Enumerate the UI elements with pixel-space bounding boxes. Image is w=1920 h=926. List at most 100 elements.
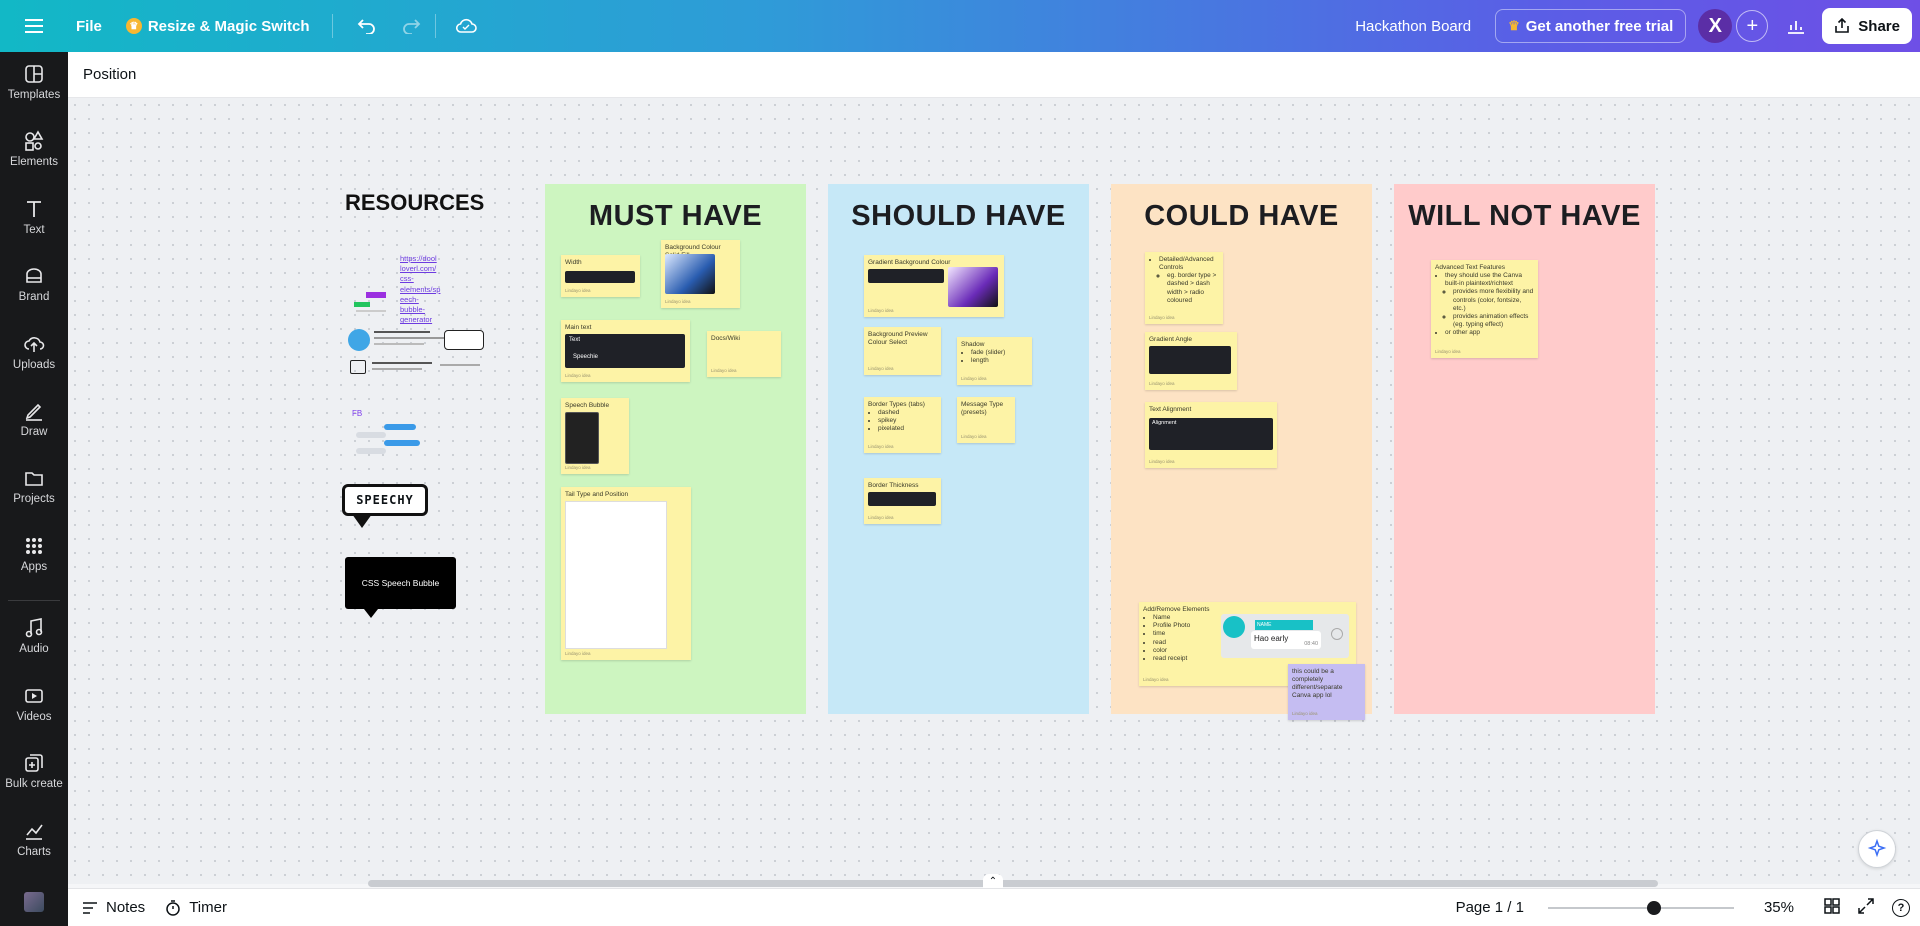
sticky-footer: Lindayo idea — [1143, 677, 1169, 683]
resource-thumb-chat[interactable] — [350, 360, 486, 380]
sidebar-item-charts[interactable]: Charts — [0, 809, 68, 869]
sticky-speech-bubble[interactable]: Speech Bubble Lindayo idea — [561, 398, 629, 474]
timer-icon — [166, 899, 180, 916]
videos-icon — [25, 689, 43, 703]
sticky-advanced-text[interactable]: Advanced Text Features they should use t… — [1431, 260, 1538, 358]
sidebar-label: Audio — [19, 643, 49, 655]
list-item: Detailed/Advanced Controls — [1159, 256, 1219, 272]
sidebar-item-uploads[interactable]: Uploads — [0, 322, 68, 382]
sidebar-item-projects[interactable]: Projects — [0, 456, 68, 516]
sidebar-item-draw[interactable]: Draw — [0, 389, 68, 449]
sidebar-item-bulk-create[interactable]: Bulk create — [0, 741, 68, 801]
tail-settings-thumbnail — [565, 501, 667, 649]
list-item: length — [971, 357, 1028, 365]
sticky-text: Tail Type and Position — [565, 491, 629, 498]
fullscreen-icon[interactable] — [1858, 897, 1874, 918]
resource-thumb-preview[interactable] — [348, 327, 486, 355]
notes-button[interactable]: Notes — [82, 899, 145, 916]
sidebar-item-templates[interactable]: Templates — [0, 52, 68, 112]
zoom-slider[interactable] — [1547, 900, 1734, 916]
file-menu[interactable]: File — [76, 18, 102, 35]
advanced-sublist: provides more flexibility and controls (… — [1453, 288, 1534, 329]
text-input-thumbnail: Text Speechie — [565, 334, 685, 368]
menu-icon[interactable] — [14, 6, 54, 46]
column-will-not-have[interactable]: WILL NOT HAVE Advanced Text Features the… — [1394, 184, 1655, 714]
zoom-level[interactable]: 35% — [1764, 899, 1794, 916]
sidebar-divider — [8, 600, 60, 601]
board-title[interactable]: Hackathon Board — [1355, 18, 1471, 35]
horizontal-scrollbar[interactable] — [368, 880, 1658, 887]
add-collaborator-icon[interactable]: + — [1736, 10, 1769, 42]
list-item: provides animation effects (eg. typing e… — [1453, 313, 1534, 329]
draw-icon — [25, 403, 42, 421]
uploads-icon — [24, 337, 45, 352]
sidebar-item-videos[interactable]: Videos — [0, 674, 68, 734]
profile-photo — [1223, 616, 1245, 638]
sidebar-item-text[interactable]: Text — [0, 187, 68, 247]
redo-icon[interactable] — [391, 6, 431, 46]
sticky-border-types[interactable]: Border Types (tabs) dashed spikey pixela… — [864, 397, 941, 453]
magic-assistant-button[interactable] — [1858, 830, 1896, 868]
collapse-pages-icon[interactable]: ⌃ — [983, 874, 1003, 888]
zoom-knob[interactable] — [1646, 900, 1661, 915]
sticky-footer: Lindayo idea — [961, 434, 987, 440]
sticky-text-alignment[interactable]: Text Alignment Alignment Lindayo idea — [1145, 402, 1277, 468]
sticky-message-type[interactable]: Message Type (presets) Lindayo idea — [957, 397, 1015, 443]
column-could-have[interactable]: COULD HAVE Detailed/Advanced Controls eg… — [1111, 184, 1372, 714]
sticky-footer: Lindayo idea — [868, 308, 894, 314]
sticky-footer: Lindayo idea — [1149, 381, 1175, 387]
advanced-list-tail: or other app — [1445, 329, 1534, 337]
detailed-sublist: eg. border type > dashed > dash width > … — [1167, 272, 1219, 305]
sticky-bg-preview[interactable]: Background Preview Colour Select Lindayo… — [864, 327, 941, 375]
column-must-have[interactable]: MUST HAVE Width Lindayo idea Background … — [545, 184, 806, 714]
sticky-tail-type[interactable]: Tail Type and Position Lindayo idea — [561, 487, 691, 660]
free-trial-button[interactable]: ♛ Get another free trial — [1495, 9, 1687, 43]
column-should-have[interactable]: SHOULD HAVE Gradient Background Colour L… — [828, 184, 1089, 714]
sidebar-label: Videos — [16, 711, 52, 723]
grid-view-icon[interactable] — [1824, 897, 1840, 918]
sticky-footer: Lindayo idea — [868, 366, 894, 372]
resize-magic-switch-button[interactable]: ♛ Resize & Magic Switch — [125, 17, 310, 35]
sidebar-label: Bulk create — [5, 778, 63, 790]
help-icon[interactable]: ? — [1892, 898, 1910, 917]
undo-icon[interactable] — [347, 6, 387, 46]
sticky-border-thickness[interactable]: Border Thickness Lindayo idea — [864, 478, 941, 524]
detailed-list: Detailed/Advanced Controls — [1159, 256, 1219, 272]
speechy-logo[interactable]: SPEECHY — [342, 484, 428, 516]
sticky-width[interactable]: Width Lindayo idea — [561, 255, 640, 297]
templates-icon — [25, 65, 43, 83]
sticky-main-text[interactable]: Main text Text Speechie Lindayo idea — [561, 320, 690, 382]
message-preview: NAME Hao early 08:40 — [1221, 614, 1349, 658]
list-item: they should use the Canva built-in plain… — [1445, 272, 1534, 288]
sticky-docs-wiki[interactable]: Docs/Wiki Lindayo idea — [707, 331, 781, 377]
alignment-label: Alignment — [1152, 420, 1177, 426]
resource-thumb-fb[interactable] — [352, 422, 426, 456]
sticky-gradient-bg[interactable]: Gradient Background Colour Lindayo idea — [864, 255, 1004, 317]
position-button[interactable]: Position — [83, 66, 136, 83]
toolbar-divider — [434, 14, 436, 38]
sidebar-item-apps[interactable]: Apps — [0, 524, 68, 584]
cloud-save-icon[interactable] — [446, 6, 486, 46]
sticky-bg-solid[interactable]: Background Colour Solid Fill Lindayo ide… — [661, 240, 740, 308]
insights-icon[interactable] — [1776, 6, 1816, 46]
sticky-footer: Lindayo idea — [665, 299, 691, 305]
sidebar-item-audio[interactable]: Audio — [0, 606, 68, 666]
resource-link[interactable]: https://dool loverl.com/ css- elements/s… — [400, 254, 442, 325]
page-indicator[interactable]: Page 1 / 1 — [1456, 899, 1524, 916]
position-toolbar: Position — [68, 52, 1920, 98]
sidebar-item-elements[interactable]: Elements — [0, 119, 68, 179]
timer-button[interactable]: Timer — [165, 899, 227, 916]
resize-label: Resize & Magic Switch — [147, 17, 310, 35]
sticky-gradient-angle[interactable]: Gradient Angle Lindayo idea — [1145, 332, 1237, 390]
sticky-shadow[interactable]: Shadow fade (slider) length Lindayo idea — [957, 337, 1032, 385]
user-avatar[interactable]: X — [1698, 9, 1733, 43]
share-button[interactable]: Share — [1822, 8, 1912, 44]
css-speech-bubble[interactable]: CSS Speech Bubble — [345, 557, 456, 609]
advanced-list: they should use the Canva built-in plain… — [1445, 272, 1534, 288]
sticky-footer: Lindayo idea — [868, 515, 894, 521]
sticky-detailed-controls[interactable]: Detailed/Advanced Controls eg. border ty… — [1145, 252, 1223, 324]
sticky-purple-note[interactable]: this could be a completely different/sep… — [1288, 664, 1365, 720]
resource-thumb-bubble[interactable] — [350, 262, 396, 312]
sidebar-item-brand[interactable]: Brand — [0, 254, 68, 314]
app-thumbnail-icon[interactable] — [24, 892, 44, 912]
